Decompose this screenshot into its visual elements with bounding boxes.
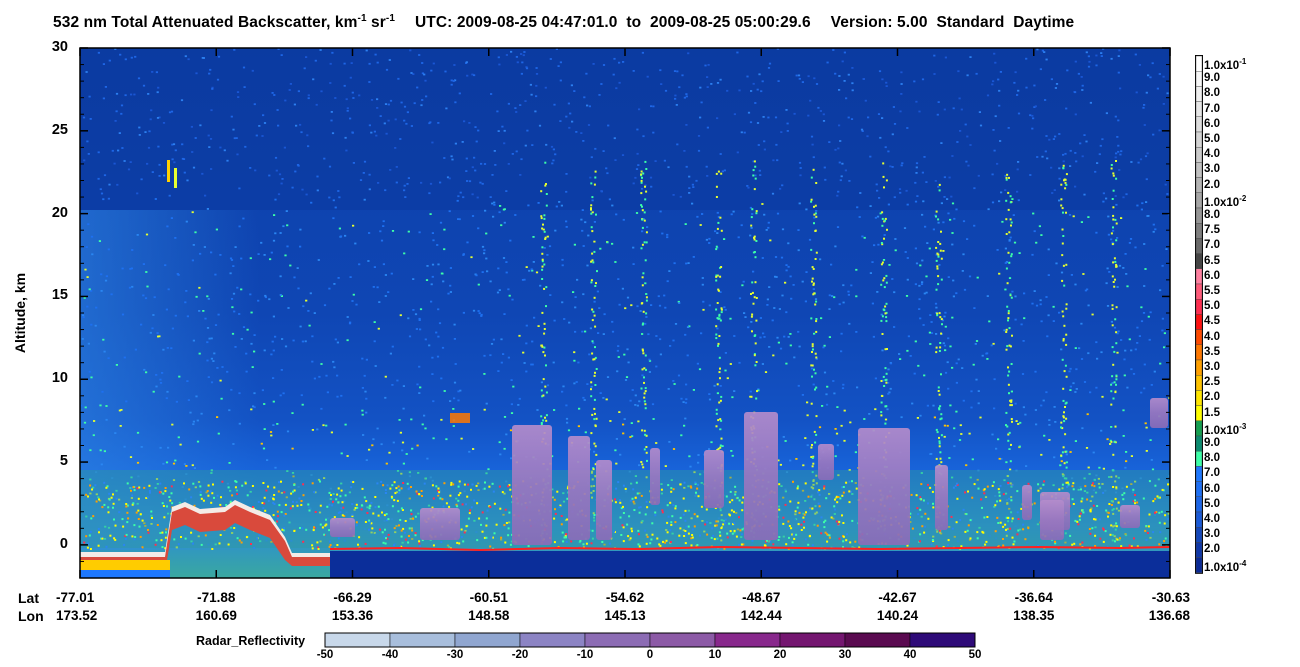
lat-tick-label: -30.63 <box>1151 590 1190 605</box>
lat-tick-label: -42.67 <box>878 590 917 605</box>
colorbar-label: 7.0 <box>1204 467 1220 480</box>
lon-tick-label: 138.35 <box>1013 608 1055 623</box>
radar-tick-label: -20 <box>511 649 529 661</box>
colorbar-label: 1.0x10-3 <box>1204 421 1247 437</box>
lon-tick-label: 145.13 <box>604 608 646 623</box>
colorbar-label: 7.0 <box>1204 239 1220 252</box>
colorbar-label: 7.5 <box>1204 224 1220 237</box>
y-tick-label: 0 <box>59 535 68 552</box>
colorbar-label: 8.0 <box>1204 209 1220 221</box>
radar-tick-label: -10 <box>576 649 594 661</box>
radar-tick-label: 20 <box>773 649 787 661</box>
radar-tick-label: -30 <box>446 649 464 661</box>
y-tick-label: 30 <box>51 39 68 55</box>
colorbar-label: 3.0 <box>1204 163 1220 176</box>
lon-tick-label: 140.24 <box>876 608 919 623</box>
colorbar-label: 5.0 <box>1204 133 1220 145</box>
colorbar-label: 5.0 <box>1204 497 1220 510</box>
colorbar-label: 4.0 <box>1204 513 1220 525</box>
lon-tick-label: 142.44 <box>740 608 782 623</box>
chart-canvas <box>79 47 1203 648</box>
lon-tick-label: 148.58 <box>468 608 510 623</box>
radar-tick-label: 40 <box>903 649 917 661</box>
colorbar-label: 3.5 <box>1204 345 1220 358</box>
colorbar-label: 1.0x10-1 <box>1204 57 1247 72</box>
lat-row-label: Lat <box>18 590 39 606</box>
colorbar-label: 6.5 <box>1204 254 1220 267</box>
lat-tick-label: -48.67 <box>742 590 781 605</box>
colorbar-label: 4.0 <box>1204 148 1220 161</box>
lon-tick-label: 153.36 <box>331 608 374 623</box>
colorbar-label: 7.0 <box>1204 102 1220 115</box>
radar-tick-label: 30 <box>838 649 852 661</box>
colorbar-label: 5.5 <box>1204 285 1220 297</box>
colorbar-label: 4.5 <box>1204 315 1220 328</box>
y-tick-label: 25 <box>51 121 68 138</box>
radar-tick-label: 50 <box>968 649 982 661</box>
radar-colorbar-label: Radar_Reflectivity <box>196 634 306 648</box>
radar-tick-label: -40 <box>381 649 399 661</box>
upper-layer-haze <box>80 48 1170 210</box>
colorbar-label: 4.0 <box>1204 330 1220 343</box>
lat-tick-label: -60.51 <box>469 590 508 605</box>
colorbar-label: 3.0 <box>1204 528 1220 541</box>
colorbar-label: 6.0 <box>1204 269 1220 282</box>
lon-row-label: Lon <box>18 608 44 624</box>
lat-tick-label: -36.64 <box>1014 590 1053 605</box>
colorbar-label: 3.0 <box>1204 361 1220 373</box>
y-tick-label: 5 <box>59 453 68 470</box>
colorbar-label: 2.0 <box>1204 391 1220 404</box>
y-tick-label: 15 <box>51 287 68 304</box>
lon-tick-label: 173.52 <box>56 608 98 623</box>
lon-tick-label: 160.69 <box>195 608 237 623</box>
lat-tick-label: -54.62 <box>605 590 645 605</box>
y-axis-label: Altitude, km <box>12 272 28 354</box>
lat-tick-label: -66.29 <box>333 590 372 605</box>
colorbar-label: 1.0x10-2 <box>1204 193 1247 209</box>
lat-tick-label: -71.88 <box>197 590 236 605</box>
colorbar-label: 6.0 <box>1204 117 1220 130</box>
colorbar-label: 5.0 <box>1204 300 1220 313</box>
colorbar-label: 1.0x10-4 <box>1204 558 1247 574</box>
colorbar-label: 8.0 <box>1204 452 1220 465</box>
colorbar-label: 1.5 <box>1204 406 1220 419</box>
colorbar-label: 9.0 <box>1204 72 1220 85</box>
colorbar-label: 2.5 <box>1204 376 1220 389</box>
colorbar-label: 8.0 <box>1204 87 1220 100</box>
y-tick-label: 10 <box>51 370 68 387</box>
colorbar-label: 9.0 <box>1204 437 1220 449</box>
lat-tick-label: -77.01 <box>56 590 95 605</box>
colorbar-label: 2.0 <box>1204 543 1220 556</box>
colorbar-label: 6.0 <box>1204 482 1220 495</box>
colorbar-label: 2.0 <box>1204 178 1220 191</box>
y-tick-label: 20 <box>51 204 68 221</box>
radar-tick-label: 0 <box>646 649 654 661</box>
radar-tick-label: 10 <box>708 649 722 661</box>
y-axis-label-wrap: Altitude, km <box>5 255 35 375</box>
lon-tick-label: 136.68 <box>1148 608 1190 623</box>
radar-tick-label: -50 <box>316 649 334 661</box>
